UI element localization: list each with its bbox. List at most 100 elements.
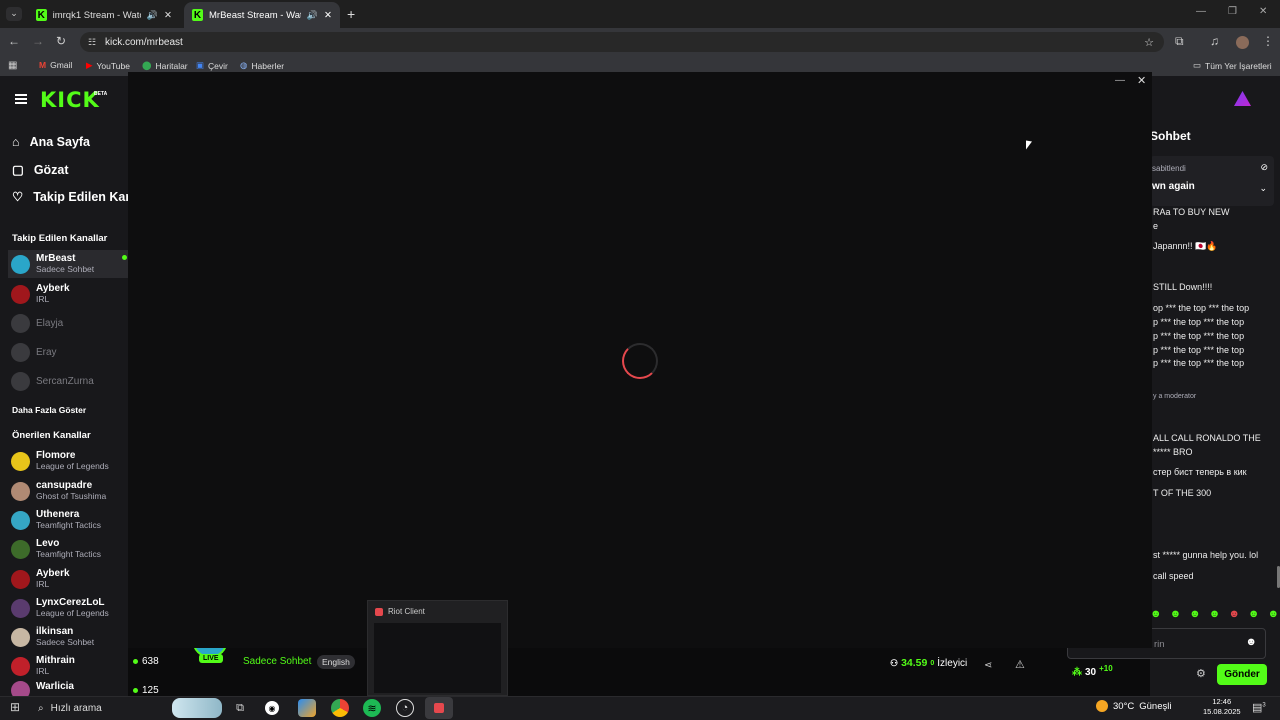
bookmark-news[interactable]: ◍ Haberler xyxy=(240,60,284,71)
emoji-picker-icon[interactable]: ☻ xyxy=(1245,636,1257,648)
share-icon[interactable]: ⋖ xyxy=(984,660,992,672)
chat-title: Sohbet xyxy=(1150,129,1191,143)
chat-message: RAa TO BUY NEW xyxy=(1153,207,1230,217)
chat-message: ALL CALL RONALDO THE xyxy=(1153,433,1261,443)
all-bookmarks-button[interactable]: ▭ Tüm Yer İşaretleri xyxy=(1193,60,1272,71)
recommended-channel-warlicia[interactable]: Warlicia xyxy=(8,681,128,696)
translate-icon: ▣ xyxy=(196,60,205,70)
copilot-icon[interactable] xyxy=(298,699,316,717)
riot-client-icon[interactable] xyxy=(425,697,453,719)
tab-mrbeast[interactable]: K MrBeast Stream - Watch Live 🔊 ✕ xyxy=(184,2,340,28)
site-info-icon[interactable]: ☷ xyxy=(88,37,96,48)
extensions-icon[interactable]: ⧉ xyxy=(1175,35,1184,47)
clock[interactable]: 12:46 15.08.2025 xyxy=(1203,697,1241,717)
close-window-icon[interactable]: ✕ xyxy=(1259,6,1267,17)
bookmark-star-icon[interactable]: ☆ xyxy=(1144,36,1154,49)
app-icon[interactable]: ◉ xyxy=(265,701,279,715)
back-icon[interactable]: ← xyxy=(8,35,20,47)
avatar xyxy=(11,313,30,333)
weather-widget[interactable]: 30°C Güneşli xyxy=(1096,700,1171,712)
emote-icon[interactable]: ☻ xyxy=(1189,608,1201,620)
chrome-menu-icon[interactable]: ⋮ xyxy=(1262,35,1274,47)
bookmark-maps[interactable]: ⬤ Haritalar xyxy=(142,60,188,71)
tab-title: imrqk1 Stream - Watch Live xyxy=(52,9,141,21)
spotify-icon[interactable]: ≋ xyxy=(363,699,381,717)
followed-channel-eray[interactable]: Eray xyxy=(8,338,128,366)
report-icon[interactable]: ⚠ xyxy=(1015,659,1025,671)
news-icon: ◍ xyxy=(240,60,248,70)
riot-logo-icon xyxy=(375,607,383,616)
emote-icon[interactable]: ☻ xyxy=(1267,608,1279,620)
recommended-channel-ilkinsan[interactable]: ilkinsan Sadece Sohbet xyxy=(8,623,128,651)
tab-search-icon[interactable]: ⌄ xyxy=(6,7,22,21)
avatar xyxy=(11,342,30,362)
viewers-icon: ⚇ xyxy=(890,657,899,668)
forward-icon[interactable]: → xyxy=(32,35,44,47)
chat-settings-icon[interactable]: ⚙ xyxy=(1196,668,1206,680)
profile-avatar[interactable] xyxy=(1236,36,1249,49)
home-icon: ⌂ xyxy=(12,135,20,149)
emote-icon[interactable]: ☻ xyxy=(1209,608,1221,620)
heart-icon: ♡ xyxy=(12,190,24,204)
task-view-icon[interactable]: ⧉ xyxy=(231,699,249,717)
chrome-icon[interactable] xyxy=(331,699,349,717)
bookmark-youtube[interactable]: ▶ YouTube xyxy=(86,60,130,71)
chat-message: Japannn!! 🇯🇵🔥 xyxy=(1153,241,1218,251)
pinned-message[interactable]: sabitlendi wn again ⊘ ⌄ xyxy=(1150,156,1274,206)
recommended-channel-flomore[interactable]: Flomore League of Legends xyxy=(8,447,128,475)
followed-channel-ayberk[interactable]: Ayberk IRL xyxy=(8,280,128,308)
riot-preview-thumbnail xyxy=(374,623,501,693)
notification-center-icon[interactable]: ▤3 xyxy=(1252,701,1266,714)
new-tab-button[interactable]: + xyxy=(347,6,355,22)
show-more-link[interactable]: Daha Fazla Göster xyxy=(12,405,86,415)
popup-close-icon[interactable]: ✕ xyxy=(1137,74,1146,87)
followed-channel-sercanzurna[interactable]: SercanZurna xyxy=(8,367,128,395)
close-tab-icon[interactable]: ✕ xyxy=(164,10,172,21)
unpin-icon[interactable]: ⊘ xyxy=(1260,162,1268,173)
recommended-channel-lynxcerezlol[interactable]: LynxCerezLoL League of Legends xyxy=(8,594,128,622)
emote-bar: ☻ ☻ ☻ ☻ ☻ ☻ ☻ xyxy=(1150,608,1279,620)
loading-spinner-icon xyxy=(622,343,658,379)
recommended-channel-cansupadre[interactable]: cansupadre Ghost of Tsushima xyxy=(8,477,128,505)
search-icon: ⌕ xyxy=(38,702,44,714)
minimize-window-icon[interactable]: — xyxy=(1196,6,1206,17)
chevron-down-icon[interactable]: ⌄ xyxy=(1259,183,1267,194)
emote-icon[interactable]: ☻ xyxy=(1170,608,1182,620)
reload-icon[interactable]: ↻ xyxy=(56,35,66,47)
stream-category-link[interactable]: Sadece Sohbet xyxy=(243,656,311,667)
windows-start-icon[interactable]: ⊞ xyxy=(10,701,20,713)
nav-home[interactable]: ⌂ Ana Sayfa xyxy=(12,135,90,149)
bookmark-translate[interactable]: ▣ Çevir xyxy=(196,60,228,71)
recommended-channel-ayberk[interactable]: Ayberk IRL xyxy=(8,565,128,593)
app-icon[interactable]: ◔ xyxy=(396,699,414,717)
restore-window-icon[interactable]: ❐ xyxy=(1228,6,1237,17)
avatar xyxy=(11,569,30,589)
emote-icon[interactable]: ☻ xyxy=(1228,608,1240,620)
kick-logo[interactable]: KICK xyxy=(40,88,100,112)
bookmark-gmail[interactable]: M Gmail xyxy=(39,60,72,70)
riot-client-preview[interactable]: Riot Client xyxy=(367,600,508,696)
avatar xyxy=(11,681,30,696)
address-bar[interactable]: ☷ kick.com/mrbeast ☆ xyxy=(80,32,1164,52)
avatar xyxy=(11,627,30,647)
avatar xyxy=(11,284,30,304)
hamburger-menu-icon[interactable] xyxy=(15,94,27,104)
media-controls-icon[interactable]: ♫ xyxy=(1210,35,1219,47)
followed-channel-mrbeast[interactable]: MrBeast Sadece Sohbet xyxy=(8,250,128,278)
recommended-channel-mithrain[interactable]: Mithrain IRL xyxy=(8,652,128,680)
recommended-channel-levo[interactable]: Levo Teamfight Tactics xyxy=(8,535,128,563)
chat-message: STILL Down!!!! xyxy=(1153,282,1213,292)
recommended-channel-uthenera[interactable]: Uthenera Teamfight Tactics xyxy=(8,506,128,534)
apps-grid-icon[interactable]: ▦ xyxy=(8,60,17,72)
tab-imrqk1[interactable]: K imrqk1 Stream - Watch Live 🔊 ✕ xyxy=(28,2,180,28)
followed-channel-elayja[interactable]: Elayja xyxy=(8,309,128,337)
followed-channels-title: Takip Edilen Kanallar xyxy=(12,233,108,244)
folder-icon: ▭ xyxy=(1193,60,1202,70)
language-tag[interactable]: English xyxy=(317,655,355,669)
send-button[interactable]: Gönder xyxy=(1217,664,1267,685)
emote-icon[interactable]: ☻ xyxy=(1248,608,1260,620)
popup-minimize-icon[interactable]: — xyxy=(1115,75,1125,86)
close-tab-icon[interactable]: ✕ xyxy=(324,10,332,21)
nav-browse[interactable]: ▢ Gözat xyxy=(12,162,69,178)
channel-points[interactable]: ⁂ 30 +10 xyxy=(1072,664,1113,678)
